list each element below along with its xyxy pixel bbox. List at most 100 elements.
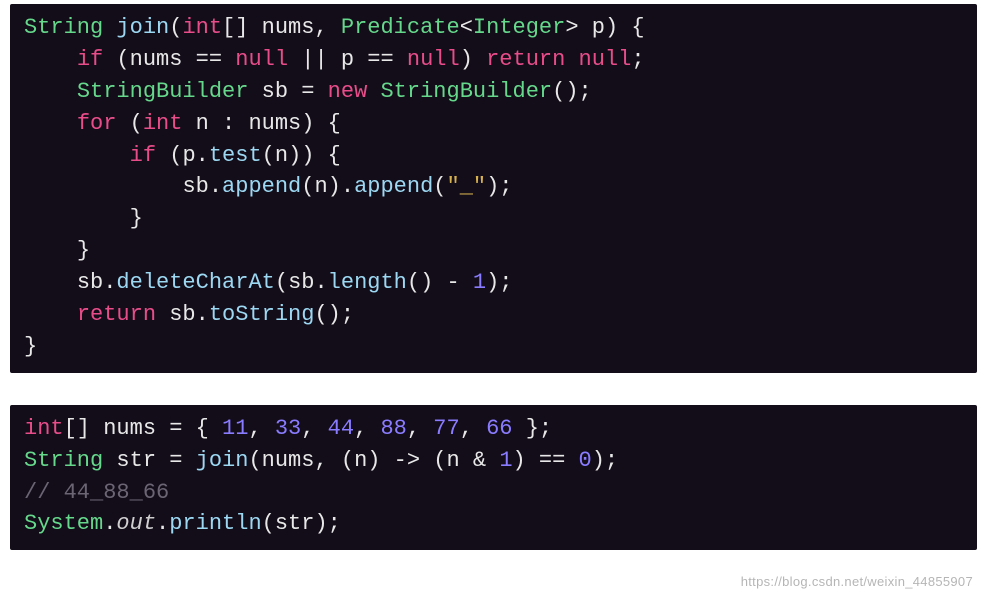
- code-block-2: int[] nums = { 11, 33, 44, 88, 77, 66 };…: [10, 405, 977, 551]
- tok-type: String: [24, 15, 103, 40]
- tok-parens: ();: [552, 79, 592, 104]
- tok-semi: );: [486, 174, 512, 199]
- tok-number: 77: [433, 416, 459, 441]
- tok-semi: ;: [631, 47, 644, 72]
- tok-op: ==: [182, 47, 235, 72]
- tok-brackets: []: [222, 15, 262, 40]
- tok-keyword: if: [77, 47, 103, 72]
- tok-paren: (: [262, 143, 275, 168]
- tok-indent: [24, 79, 77, 104]
- tok-null: null: [407, 47, 460, 72]
- code-block-1-content: String join(int[] nums, Predicate<Intege…: [24, 12, 963, 363]
- tok-op: &: [460, 448, 500, 473]
- tok-number: 1: [473, 270, 486, 295]
- tok-brace: }: [77, 238, 90, 263]
- tok-arrow: ) -> (: [367, 448, 446, 473]
- tok-space: [182, 111, 195, 136]
- tok-function: println: [169, 511, 261, 536]
- tok-identifier: nums: [130, 47, 183, 72]
- tok-brace: )) {: [288, 143, 341, 168]
- tok-number: 0: [579, 448, 592, 473]
- tok-paren: (: [116, 111, 142, 136]
- tok-type: StringBuilder: [77, 79, 249, 104]
- tok-function: test: [209, 143, 262, 168]
- tok-comment: // 44_88_66: [24, 480, 169, 505]
- tok-identifier: nums: [262, 448, 315, 473]
- tok-identifier: n: [354, 448, 367, 473]
- tok-paren: (: [262, 511, 275, 536]
- tok-op: () -: [407, 270, 473, 295]
- tok-paren: ): [460, 47, 486, 72]
- tok-identifier: nums: [248, 111, 301, 136]
- tok-type: Integer: [473, 15, 565, 40]
- tok-brackets: []: [64, 416, 104, 441]
- tok-comma: , (: [314, 448, 354, 473]
- tok-number: 66: [486, 416, 512, 441]
- tok-number: 33: [275, 416, 301, 441]
- tok-comma: ,: [248, 416, 274, 441]
- tok-identifier: nums: [103, 416, 156, 441]
- tok-paren: (: [169, 15, 182, 40]
- tok-dot: .: [196, 143, 209, 168]
- tok-identifier: p: [341, 47, 354, 72]
- tok-dot: .: [314, 270, 327, 295]
- tok-identifier: str: [275, 511, 315, 536]
- tok-brace: ) {: [301, 111, 341, 136]
- tok-string: "_": [447, 174, 487, 199]
- tok-null: null: [235, 47, 288, 72]
- tok-type: Predicate: [341, 15, 460, 40]
- tok-type: System: [24, 511, 103, 536]
- tok-semi: );: [592, 448, 618, 473]
- tok-indent: [24, 270, 77, 295]
- code-block-1: String join(int[] nums, Predicate<Intege…: [10, 4, 977, 373]
- tok-brace: ) {: [605, 15, 645, 40]
- tok-dot: .: [209, 174, 222, 199]
- tok-paren: (: [275, 270, 288, 295]
- tok-space: [103, 448, 116, 473]
- tok-angle: <: [460, 15, 473, 40]
- tok-indent: [24, 302, 77, 327]
- tok-angle: >: [565, 15, 591, 40]
- tok-function: join: [196, 448, 249, 473]
- tok-comma: ,: [301, 416, 327, 441]
- tok-identifier: sb: [169, 302, 195, 327]
- tok-identifier: n: [447, 448, 460, 473]
- tok-colon: :: [209, 111, 249, 136]
- tok-op: ) ==: [513, 448, 579, 473]
- tok-identifier: sb: [77, 270, 103, 295]
- tok-keyword: int: [24, 416, 64, 441]
- tok-brace: }: [130, 206, 143, 231]
- tok-function: append: [222, 174, 301, 199]
- tok-indent: [24, 174, 182, 199]
- tok-function: length: [328, 270, 407, 295]
- tok-semi: );: [486, 270, 512, 295]
- tok-dot: .: [103, 270, 116, 295]
- tok-field: out: [116, 511, 156, 536]
- tok-keyword: if: [130, 143, 156, 168]
- tok-indent: [24, 238, 77, 263]
- tok-identifier: nums: [262, 15, 315, 40]
- tok-type: StringBuilder: [380, 79, 552, 104]
- tok-number: 88: [380, 416, 406, 441]
- tok-comma: ,: [460, 416, 486, 441]
- tok-identifier: sb: [262, 79, 288, 104]
- tok-space: [367, 79, 380, 104]
- tok-brace: }: [24, 334, 37, 359]
- tok-function: deleteCharAt: [116, 270, 274, 295]
- tok-op: ||: [288, 47, 341, 72]
- code-block-2-content: int[] nums = { 11, 33, 44, 88, 77, 66 };…: [24, 413, 963, 541]
- tok-paren: (: [248, 448, 261, 473]
- tok-comma: ,: [407, 416, 433, 441]
- tok-semi: );: [314, 511, 340, 536]
- tok-function: append: [354, 174, 433, 199]
- tok-keyword: return: [77, 302, 156, 327]
- tok-op: =: [156, 448, 196, 473]
- tok-brace: };: [513, 416, 553, 441]
- tok-identifier: n: [196, 111, 209, 136]
- tok-indent: [24, 47, 77, 72]
- tok-function: join: [116, 15, 169, 40]
- tok-comma: ,: [314, 15, 340, 40]
- tok-op: ==: [354, 47, 407, 72]
- tok-paren: (: [433, 174, 446, 199]
- tok-space: [248, 79, 261, 104]
